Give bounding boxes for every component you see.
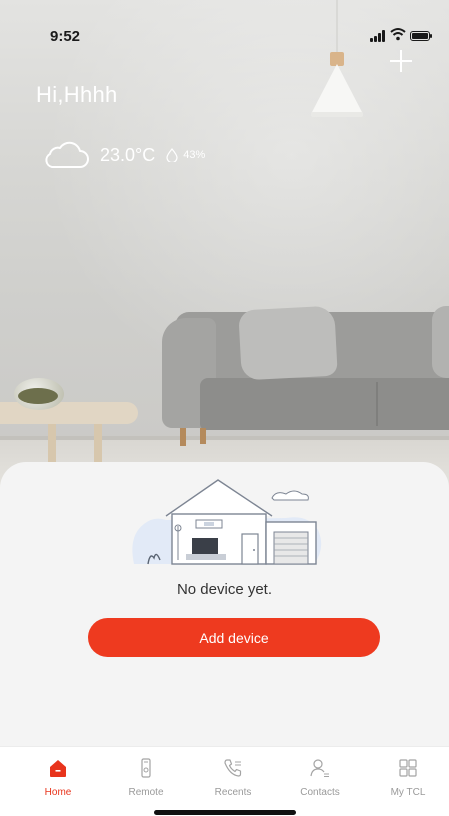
sofa-leg	[180, 428, 186, 446]
tab-remote[interactable]: Remote	[106, 757, 186, 807]
pendant-lamp-rim	[311, 112, 363, 117]
add-device-button[interactable]: Add device	[88, 618, 380, 657]
app-screen: 9:52 Hi,Hhhh 23.0°C 43% No device yet. A…	[0, 0, 449, 816]
greeting-title: Hi,Hhhh	[36, 82, 118, 107]
empty-state-message: No device yet.	[176, 581, 273, 598]
cloud-icon	[45, 141, 89, 168]
temperature-value: 23.0°C	[100, 144, 156, 165]
humidity-value: 43%	[183, 149, 206, 161]
home-indicator	[154, 810, 296, 815]
pendant-lamp	[311, 64, 363, 114]
tab-label: Recents	[214, 787, 252, 798]
tab-label: Remote	[128, 787, 164, 798]
battery-icon	[410, 31, 432, 41]
status-time: 9:52	[50, 28, 81, 45]
home-icon	[50, 760, 66, 777]
living-room-background	[0, 0, 449, 500]
sofa-leg	[200, 428, 206, 444]
sofa-pillow	[238, 305, 338, 381]
grid-icon	[399, 759, 417, 777]
tab-label: My TCL	[390, 787, 426, 798]
tab-label: Contacts	[300, 787, 340, 798]
plus-icon[interactable]	[388, 48, 414, 74]
phone-icon	[224, 759, 242, 777]
sofa-seat-divider	[376, 382, 378, 426]
tab-my-tcl[interactable]: My TCL	[368, 757, 448, 807]
tab-label: Home	[44, 787, 72, 798]
wifi-icon	[390, 28, 406, 41]
contacts-icon	[310, 759, 329, 777]
bowl-plant	[18, 388, 58, 404]
weather-widget: 23.0°C 43%	[40, 140, 205, 170]
droplet-icon	[166, 148, 178, 162]
tab-home[interactable]: Home	[18, 757, 98, 807]
tab-recents[interactable]: Recents	[193, 757, 273, 807]
signal-icon	[370, 30, 388, 42]
tab-contacts[interactable]: Contacts	[280, 757, 360, 807]
tab-bar: Home Remote Recents Contacts My TCL	[0, 746, 449, 816]
sofa-pillow-right	[432, 306, 449, 378]
sofa-seat	[200, 378, 449, 430]
remote-icon	[141, 758, 151, 778]
house-illustration	[132, 479, 322, 565]
status-bar: 9:52	[0, 0, 449, 60]
